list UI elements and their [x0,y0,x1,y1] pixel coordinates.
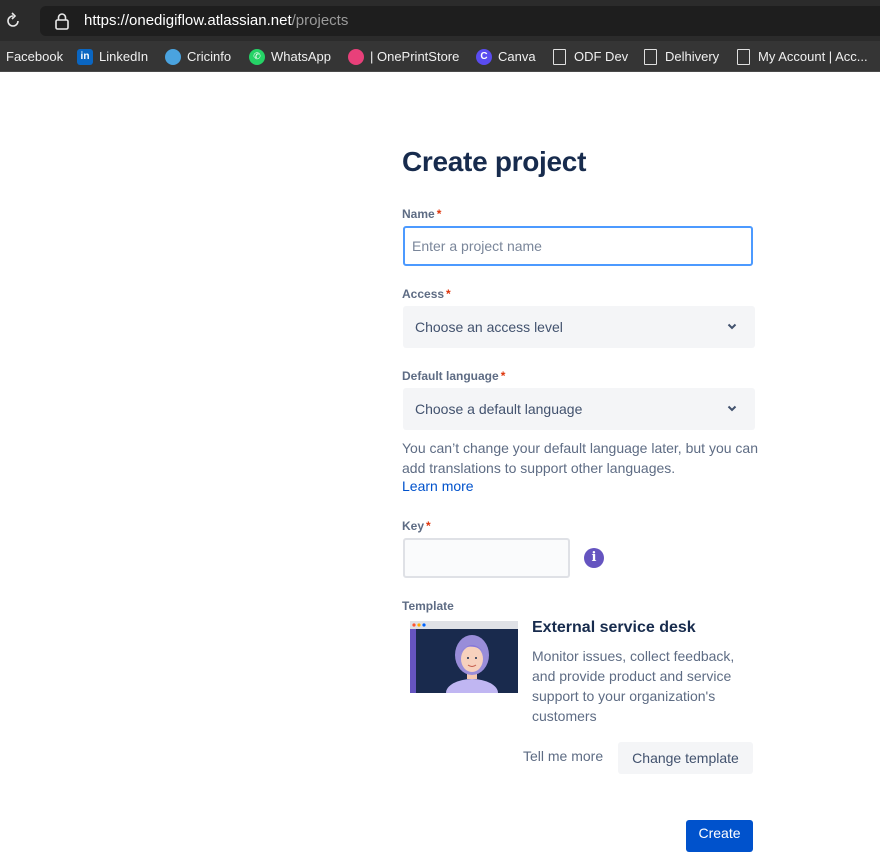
bookmark-odf-dev[interactable]: ODF Dev [553,41,629,71]
reload-icon[interactable] [4,12,22,30]
project-name-input[interactable] [403,226,753,266]
canva-icon: C [476,48,492,65]
bookmark-delhivery[interactable]: Delhivery [644,41,720,71]
language-helper-text: You can’t change your default language l… [402,440,758,476]
bookmark-label: Facebook [6,49,64,64]
whatsapp-icon: ✆ [249,48,265,65]
browser-url-bar: https://onedigiflow.atlassian.net/projec… [0,0,880,41]
bookmark-label: My Account | Acc... [758,49,868,64]
default-language-select[interactable]: Choose a default language [403,388,755,430]
document-icon [553,48,566,65]
url-text[interactable]: https://onedigiflow.atlassian.net/projec… [84,12,348,29]
bookmark-label: LinkedIn [99,49,149,64]
required-marker: * [436,207,442,221]
bookmark-label: Canva [498,49,536,64]
default-language-label: Default language * [402,369,505,383]
access-label: Access * [402,287,451,301]
bookmark-facebook[interactable]: Facebook [6,41,64,71]
page-title: Create project [402,146,587,177]
bookmark-cricinfo[interactable]: Cricinfo [165,41,232,71]
template-label: Template [402,599,454,613]
cricinfo-icon [165,48,181,65]
required-marker: * [500,369,506,383]
bookmark-label: Cricinfo [187,49,232,64]
chevron-down-icon [727,405,737,412]
bookmark-my-account[interactable]: My Account | Acc... [737,41,868,71]
project-key-input[interactable] [403,538,570,578]
name-label: Name * [402,207,441,221]
lock-icon [55,13,69,30]
document-icon [644,48,657,65]
language-selected-value: Choose a default language [415,401,583,417]
template-title: External service desk [532,619,696,636]
bookmarks-bar: Facebook in LinkedIn Cricinfo ✆ WhatsApp… [0,41,880,72]
access-level-select[interactable]: Choose an access level [403,306,755,348]
key-label: Key * [402,519,431,533]
required-marker: * [426,519,431,533]
bookmark-whatsapp[interactable]: ✆ WhatsApp [249,41,331,71]
service-desk-illustration [410,621,518,693]
bookmark-oneprintstore[interactable]: | OnePrintStore [348,41,460,71]
tell-me-more-button[interactable]: Tell me more [523,748,603,764]
linkedin-icon: in [77,48,93,65]
learn-more-link[interactable]: Learn more [402,478,474,494]
bookmark-label: | OnePrintStore [370,49,460,64]
bookmark-label: Delhivery [665,49,720,64]
document-icon [737,48,750,65]
bookmark-label: WhatsApp [271,49,331,64]
name-label-text: Name [402,207,435,221]
oneprintstore-icon [348,48,364,65]
template-description: Monitor issues, collect feedback, and pr… [532,648,735,724]
access-selected-value: Choose an access level [415,319,563,335]
create-button[interactable]: Create [686,820,753,852]
bookmark-linkedin[interactable]: in LinkedIn [77,41,149,71]
url-path: /projects [291,12,349,29]
required-marker: * [446,287,451,301]
url-host: https://onedigiflow.atlassian.net [84,12,292,29]
chevron-down-icon [727,323,737,330]
info-icon[interactable]: i [584,548,604,568]
bookmark-canva[interactable]: C Canva [476,41,536,71]
bookmark-label: ODF Dev [574,49,629,64]
key-label-text: Key [402,519,425,533]
access-label-text: Access [402,287,445,301]
language-label-text: Default language [402,369,499,383]
change-template-button[interactable]: Change template [618,742,753,774]
